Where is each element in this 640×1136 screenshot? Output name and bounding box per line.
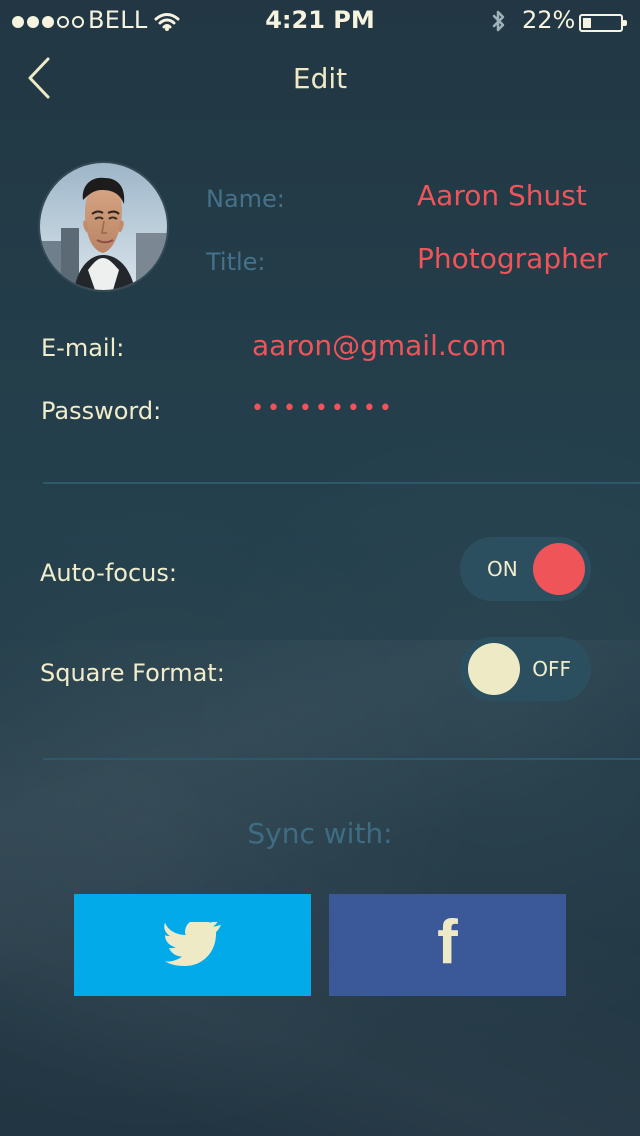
- facebook-sync-button[interactable]: f: [329, 894, 566, 996]
- status-bar: BELL 4:21 PM 22%: [0, 0, 640, 40]
- battery-level-fill: [583, 18, 591, 28]
- autofocus-toggle[interactable]: ON: [460, 537, 591, 601]
- toggle-knob: [533, 543, 585, 595]
- square-format-toggle[interactable]: OFF: [460, 637, 591, 701]
- profile-photo-icon: [40, 163, 167, 290]
- name-label: Name:: [206, 185, 285, 213]
- battery-icon: [579, 14, 627, 32]
- avatar[interactable]: [40, 163, 167, 290]
- password-field[interactable]: •••••••••: [251, 392, 395, 426]
- section-divider: [43, 482, 640, 484]
- facebook-icon: f: [437, 908, 458, 977]
- name-value[interactable]: Aaron Shust: [417, 179, 587, 213]
- page-title: Edit: [292, 62, 348, 95]
- square-format-toggle-state: OFF: [532, 657, 571, 681]
- edit-profile-screen: BELL 4:21 PM 22% Edit Name: Aaron Shust …: [0, 0, 640, 1136]
- title-label: Title:: [206, 248, 266, 276]
- sync-label: Sync with:: [247, 817, 393, 850]
- twitter-icon: [163, 922, 221, 967]
- title-value[interactable]: Photographer: [417, 242, 608, 276]
- autofocus-toggle-state: ON: [487, 557, 518, 581]
- email-field[interactable]: aaron@gmail.com: [252, 329, 507, 363]
- twitter-sync-button[interactable]: [74, 894, 311, 996]
- toggle-knob: [468, 643, 520, 695]
- email-label: E-mail:: [41, 334, 125, 362]
- square-format-label: Square Format:: [40, 659, 225, 687]
- section-divider: [43, 758, 640, 760]
- password-label: Password:: [41, 397, 162, 425]
- battery-percentage: 22%: [522, 6, 576, 34]
- bluetooth-icon: [492, 10, 505, 32]
- autofocus-label: Auto-focus:: [40, 559, 177, 587]
